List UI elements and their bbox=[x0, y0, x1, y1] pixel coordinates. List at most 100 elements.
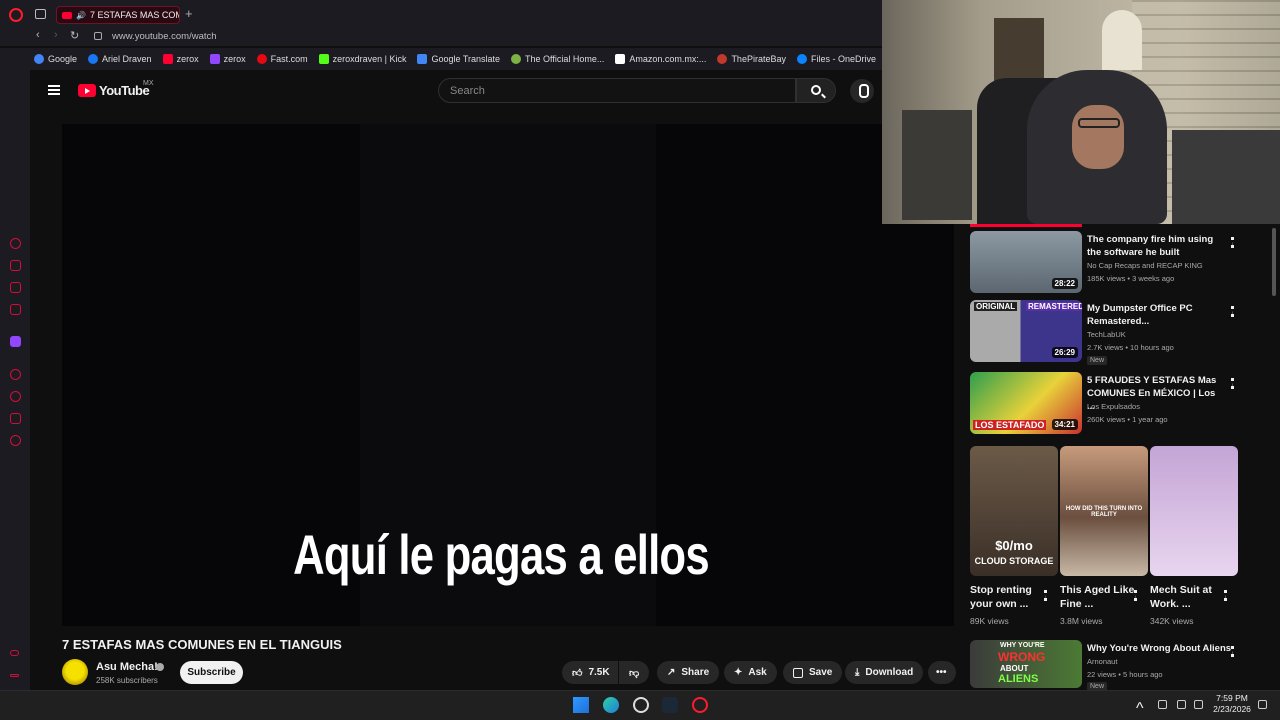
thumbs-up-icon: 👍︎ bbox=[572, 667, 583, 679]
more-options-icon[interactable] bbox=[1134, 590, 1137, 601]
more-options-icon[interactable] bbox=[1231, 646, 1234, 657]
ai-icon[interactable] bbox=[10, 238, 21, 249]
recommendation-item[interactable]: 28:22 The company fire him using the sof… bbox=[970, 231, 1270, 293]
speaker-icon[interactable]: 🔊 bbox=[76, 11, 86, 20]
tab-overview-icon[interactable] bbox=[35, 9, 46, 19]
search-button[interactable] bbox=[796, 78, 836, 103]
verified-icon bbox=[156, 663, 164, 671]
share-icon: ↗ bbox=[667, 667, 676, 678]
google-icon bbox=[34, 54, 44, 64]
video-thumbnail[interactable]: 28:22 bbox=[970, 231, 1082, 293]
search-icon bbox=[811, 85, 821, 95]
video-thumbnail[interactable]: WHY YOU'RE WRONG ABOUT ALIENS bbox=[970, 640, 1082, 688]
twitch-icon[interactable] bbox=[10, 336, 21, 347]
channel-name[interactable]: Asu Mecha! bbox=[96, 661, 158, 673]
more-options-icon[interactable] bbox=[1224, 590, 1227, 601]
recommendation-item[interactable]: ORIGINAL REMASTERED 26:29 My Dumpster Of… bbox=[970, 300, 1270, 365]
twitch-icon bbox=[209, 54, 220, 64]
bookmark-item[interactable]: Google bbox=[34, 54, 77, 64]
region-code: MX bbox=[143, 80, 154, 87]
more-options-icon[interactable] bbox=[1231, 306, 1234, 317]
bookmark-item[interactable]: Google Translate bbox=[417, 54, 500, 64]
share-button[interactable]: ↗ Share bbox=[657, 661, 720, 684]
more-options-icon[interactable] bbox=[1231, 237, 1234, 248]
player-icon[interactable] bbox=[10, 369, 21, 380]
bookmark-item[interactable]: zeroxdraven | Kick bbox=[318, 54, 406, 64]
tab-title: 7 ESTAFAS MAS COM... bbox=[89, 10, 179, 20]
tray-chevron-icon[interactable]: ^ bbox=[1136, 700, 1145, 717]
ask-button[interactable]: ✦ Ask bbox=[724, 661, 777, 684]
notification-icon[interactable] bbox=[1258, 700, 1267, 709]
menu-icon[interactable] bbox=[48, 85, 60, 95]
short-thumbnail[interactable] bbox=[1150, 446, 1238, 576]
steam-icon[interactable] bbox=[662, 697, 678, 713]
app-icon[interactable] bbox=[10, 304, 21, 315]
youtube-favicon-icon bbox=[62, 11, 72, 19]
extensions-icon[interactable] bbox=[10, 413, 21, 424]
more-icon: ••• bbox=[936, 667, 947, 678]
fast-icon bbox=[256, 54, 267, 64]
dislike-button[interactable]: 👎︎ bbox=[619, 661, 649, 684]
settings-icon[interactable] bbox=[10, 435, 21, 446]
more-options-icon[interactable] bbox=[1231, 378, 1234, 389]
network-icon[interactable] bbox=[1177, 700, 1186, 709]
bookmark-item[interactable]: zerox bbox=[209, 54, 246, 64]
recommendation-item[interactable]: LOS ESTAFADO 34:21 5 FRAUDES Y ESTAFAS M… bbox=[970, 372, 1270, 434]
like-button[interactable]: 👍︎ 7.5K bbox=[562, 661, 618, 684]
short-title[interactable]: This Aged Like Fine ... bbox=[1060, 583, 1136, 611]
opera-gx-icon[interactable] bbox=[692, 697, 708, 713]
bookmark-item[interactable]: ThePirateBay bbox=[717, 54, 786, 64]
clock[interactable]: 7:59 PM 2/23/2026 bbox=[1212, 693, 1252, 715]
lock-icon[interactable] bbox=[94, 32, 102, 40]
short-thumbnail[interactable]: $0/mo CLOUD STORAGE bbox=[970, 446, 1058, 576]
search-input[interactable]: Search bbox=[438, 78, 796, 103]
bookmark-item[interactable]: The Official Home... bbox=[511, 54, 604, 64]
download-button[interactable]: ⤓ Download bbox=[845, 661, 924, 684]
youtube-header: YouTube MX Search bbox=[30, 70, 882, 110]
recommendation-item[interactable]: WHY YOU'RE WRONG ABOUT ALIENS Why You're… bbox=[970, 640, 1270, 691]
save-button[interactable]: Save bbox=[783, 661, 843, 684]
forward-icon[interactable]: › bbox=[54, 29, 58, 41]
bag-icon[interactable] bbox=[10, 260, 21, 271]
video-thumbnail[interactable]: ORIGINAL REMASTERED 26:29 bbox=[970, 300, 1082, 362]
opera-logo-icon[interactable] bbox=[9, 8, 23, 22]
url-field[interactable]: www.youtube.com/watch bbox=[112, 31, 217, 42]
reload-icon[interactable]: ↻ bbox=[70, 29, 79, 42]
bookmarks-bar: Google Ariel Draven zerox zerox Fast.com… bbox=[0, 48, 882, 70]
video-title: 7 ESTAFAS MAS COMUNES EN EL TIANGUIS bbox=[62, 637, 342, 652]
kick-icon bbox=[318, 54, 329, 64]
short-views: 89K views bbox=[970, 616, 1009, 626]
youtube-logo[interactable]: YouTube bbox=[78, 83, 150, 98]
bookmark-icon bbox=[793, 667, 803, 678]
bookmark-item[interactable]: Fast.com bbox=[256, 54, 308, 64]
mic-icon[interactable] bbox=[1158, 700, 1167, 709]
video-player[interactable]: Aquí le pagas a ellos bbox=[62, 124, 954, 626]
back-icon[interactable]: ‹ bbox=[36, 29, 40, 41]
bookmark-item[interactable]: zerox bbox=[162, 54, 199, 64]
voice-search-button[interactable] bbox=[850, 79, 874, 103]
more-icon[interactable] bbox=[10, 674, 19, 677]
more-actions-button[interactable]: ••• bbox=[928, 661, 956, 684]
gx-icon[interactable] bbox=[10, 650, 19, 656]
subscribe-button[interactable]: Subscribe bbox=[180, 661, 243, 684]
more-options-icon[interactable] bbox=[1044, 590, 1047, 601]
bookmark-item[interactable]: Files - OneDrive bbox=[796, 54, 876, 64]
windows-start-icon[interactable] bbox=[573, 697, 589, 713]
edge-icon[interactable] bbox=[603, 697, 619, 713]
history-icon[interactable] bbox=[10, 391, 21, 402]
short-title[interactable]: Mech Suit at Work. ... bbox=[1150, 583, 1226, 611]
video-thumbnail[interactable]: LOS ESTAFADO 34:21 bbox=[970, 372, 1082, 434]
bookmark-item[interactable]: Ariel Draven bbox=[88, 54, 152, 64]
channel-avatar[interactable] bbox=[62, 659, 88, 685]
volume-icon[interactable] bbox=[1194, 700, 1203, 709]
pirate-icon bbox=[717, 54, 728, 64]
messenger-icon[interactable] bbox=[10, 282, 21, 293]
active-tab[interactable]: 🔊 7 ESTAFAS MAS COM... bbox=[56, 6, 180, 24]
translate-icon bbox=[417, 54, 428, 64]
new-tab-button[interactable]: + bbox=[185, 7, 193, 21]
bookmark-item[interactable]: Amazon.com.mx:... bbox=[615, 54, 706, 64]
scrollbar[interactable] bbox=[1272, 228, 1276, 296]
short-title[interactable]: Stop renting your own ... bbox=[970, 583, 1046, 611]
short-thumbnail[interactable]: HOW DID THIS TURN INTO REALITY bbox=[1060, 446, 1148, 576]
chrome-icon[interactable] bbox=[633, 697, 649, 713]
